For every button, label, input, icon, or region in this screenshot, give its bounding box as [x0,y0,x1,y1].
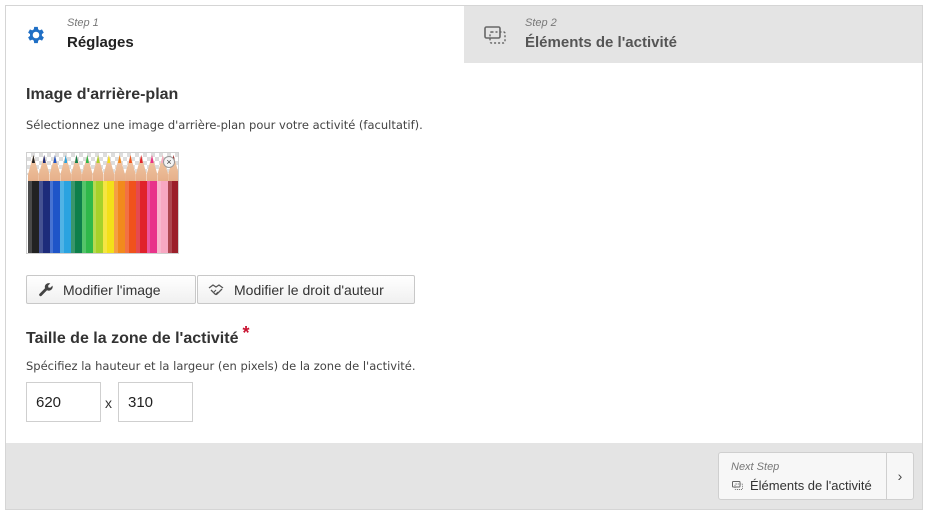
pencil [146,153,158,253]
pencil [81,153,93,253]
gear-icon [23,22,49,48]
size-description: Spécifiez la hauteur et la largeur (en p… [26,359,416,373]
edit-image-label: Modifier l'image [63,281,161,298]
slides-icon [482,22,508,48]
next-step-title: Éléments de l'activité [731,478,872,493]
colored-pencils-image [28,153,178,253]
pencil [168,153,178,253]
background-description: Sélectionnez une image d'arrière-plan po… [26,118,423,132]
background-heading: Image d'arrière-plan [26,86,179,103]
pencil [60,153,72,253]
next-step-main[interactable]: Next Step Éléments de l'activité [719,453,886,499]
pencil [103,153,115,253]
size-heading: Taille de la zone de l'activité * [26,323,249,348]
chevron-right-icon[interactable]: › [886,453,913,499]
pencil [114,153,126,253]
height-input[interactable] [26,382,101,422]
edit-image-button[interactable]: Modifier l'image [26,275,196,304]
handshake-icon [208,281,226,299]
wrench-icon [37,281,55,299]
pencil [38,153,50,253]
tab-step-1[interactable]: Step 1 Réglages [6,6,464,63]
pencil [28,153,39,253]
tab-step-label: Step 1 [67,17,99,29]
tab-step-label: Step 2 [525,17,557,29]
pencil [157,153,169,253]
pencil [125,153,136,253]
pencil [92,153,104,253]
pencil [71,153,82,253]
pencil [135,153,147,253]
slides-icon [731,480,744,491]
footer-bar: Next Step Éléments de l'activité › [6,443,922,509]
width-input[interactable] [118,382,193,422]
step-tabs: Step 1 Réglages Step 2 Éléments de l'act… [6,6,922,63]
size-separator: x [105,395,112,411]
pencil [49,153,61,253]
tab-step-2[interactable]: Step 2 Éléments de l'activité [464,6,922,63]
size-heading-text: Taille de la zone de l'activité [26,330,239,347]
next-step-title-text: Éléments de l'activité [750,478,872,493]
next-step-label: Next Step [731,461,780,473]
background-thumbnail[interactable]: × [26,152,179,254]
tab-title: Éléments de l'activité [525,34,677,51]
edit-copyright-button[interactable]: Modifier le droit d'auteur [197,275,415,304]
next-step-button[interactable]: Next Step Éléments de l'activité › [718,452,914,500]
activity-editor: Step 1 Réglages Step 2 Éléments de l'act… [5,5,923,510]
required-marker: * [242,323,250,343]
edit-copyright-label: Modifier le droit d'auteur [234,281,384,298]
remove-image-button[interactable]: × [163,156,175,168]
tab-title: Réglages [67,34,134,51]
